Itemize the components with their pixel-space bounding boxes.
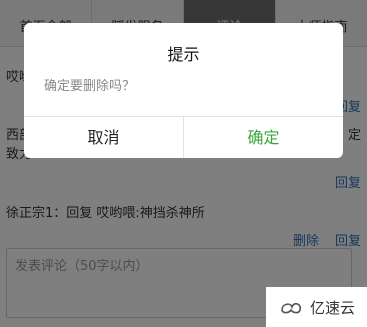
dialog-message: 确定要删除吗？ [44,79,136,94]
confirm-dialog: 提示 确定要删除吗？ 取消 确定 [24,23,343,158]
dialog-title: 提示 [167,45,200,64]
confirm-button[interactable]: 确定 [184,117,343,158]
watermark-text: 亿速云 [309,298,355,317]
cancel-button[interactable]: 取消 [24,117,184,158]
cloud-logo-icon [281,302,302,314]
watermark: 亿速云 [266,287,367,327]
dialog-buttons: 取消 确定 [24,116,343,158]
